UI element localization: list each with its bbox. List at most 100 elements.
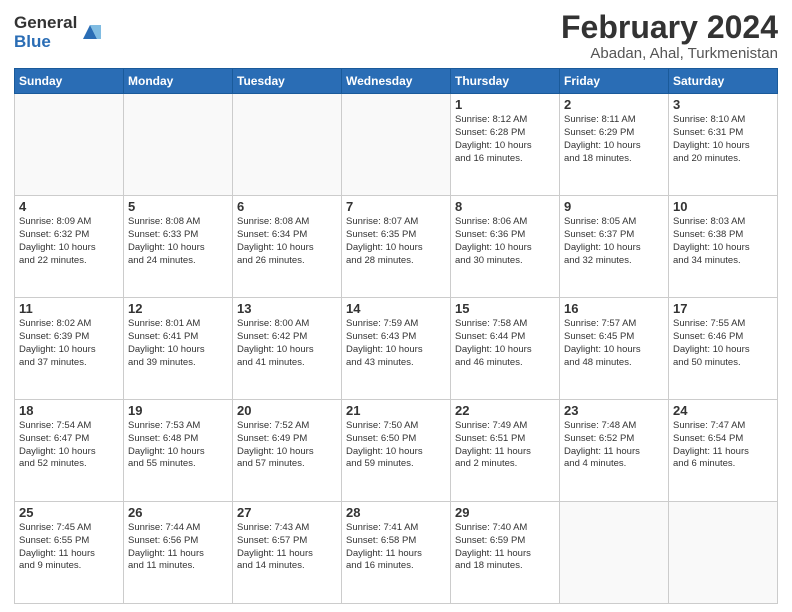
day-cell: 2 Sunrise: 8:11 AM Sunset: 6:29 PM Daylig… bbox=[560, 94, 669, 196]
header: General Blue February 2024 Abadan, Ahal,… bbox=[14, 10, 778, 62]
day-info: Sunrise: 7:44 AM Sunset: 6:56 PM Dayligh… bbox=[128, 522, 228, 573]
logo-icon bbox=[79, 21, 101, 43]
day-info: Sunrise: 8:07 AM Sunset: 6:35 PM Dayligh… bbox=[346, 216, 446, 267]
day-info: Sunrise: 8:01 AM Sunset: 6:41 PM Dayligh… bbox=[128, 318, 228, 369]
day-cell: 29 Sunrise: 7:40 AM Sunset: 6:59 PM Dayli… bbox=[451, 502, 560, 604]
day-info: Sunrise: 7:41 AM Sunset: 6:58 PM Dayligh… bbox=[346, 522, 446, 573]
day-cell: 14 Sunrise: 7:59 AM Sunset: 6:43 PM Dayli… bbox=[342, 298, 451, 400]
calendar-subtitle: Abadan, Ahal, Turkmenistan bbox=[561, 45, 778, 62]
day-info: Sunrise: 8:05 AM Sunset: 6:37 PM Dayligh… bbox=[564, 216, 664, 267]
day-number: 12 bbox=[128, 301, 228, 316]
day-info: Sunrise: 7:50 AM Sunset: 6:50 PM Dayligh… bbox=[346, 420, 446, 471]
day-number: 7 bbox=[346, 199, 446, 214]
day-cell: 10 Sunrise: 8:03 AM Sunset: 6:38 PM Dayli… bbox=[669, 196, 778, 298]
day-number: 26 bbox=[128, 505, 228, 520]
day-info: Sunrise: 7:49 AM Sunset: 6:51 PM Dayligh… bbox=[455, 420, 555, 471]
day-cell: 3 Sunrise: 8:10 AM Sunset: 6:31 PM Daylig… bbox=[669, 94, 778, 196]
weekday-header-row: SundayMondayTuesdayWednesdayThursdayFrid… bbox=[15, 69, 778, 94]
day-cell: 15 Sunrise: 7:58 AM Sunset: 6:44 PM Dayli… bbox=[451, 298, 560, 400]
day-number: 25 bbox=[19, 505, 119, 520]
logo-general: General bbox=[14, 14, 77, 33]
day-info: Sunrise: 7:45 AM Sunset: 6:55 PM Dayligh… bbox=[19, 522, 119, 573]
title-block: February 2024 Abadan, Ahal, Turkmenistan bbox=[561, 10, 778, 62]
week-row-2: 11Sunrise: 8:02 AM Sunset: 6:39 PM Dayli… bbox=[15, 298, 778, 400]
day-cell bbox=[124, 94, 233, 196]
day-cell: 24Sunrise: 7:47 AM Sunset: 6:54 PM Dayli… bbox=[669, 400, 778, 502]
weekday-tuesday: Tuesday bbox=[233, 69, 342, 94]
day-info: Sunrise: 7:58 AM Sunset: 6:44 PM Dayligh… bbox=[455, 318, 555, 369]
logo-blue: Blue bbox=[14, 33, 77, 52]
day-number: 1 bbox=[455, 97, 555, 112]
day-number: 24 bbox=[673, 403, 773, 418]
day-cell: 26 Sunrise: 7:44 AM Sunset: 6:56 PM Dayli… bbox=[124, 502, 233, 604]
week-row-1: 4 Sunrise: 8:09 AM Sunset: 6:32 PM Daylig… bbox=[15, 196, 778, 298]
day-cell bbox=[669, 502, 778, 604]
day-cell: 5 Sunrise: 8:08 AM Sunset: 6:33 PM Daylig… bbox=[124, 196, 233, 298]
day-info: Sunrise: 7:57 AM Sunset: 6:45 PM Dayligh… bbox=[564, 318, 664, 369]
day-number: 27 bbox=[237, 505, 337, 520]
day-info: Sunrise: 8:03 AM Sunset: 6:38 PM Dayligh… bbox=[673, 216, 773, 267]
day-number: 3 bbox=[673, 97, 773, 112]
day-number: 11 bbox=[19, 301, 119, 316]
day-number: 14 bbox=[346, 301, 446, 316]
day-cell: 19 Sunrise: 7:53 AM Sunset: 6:48 PM Dayli… bbox=[124, 400, 233, 502]
day-cell: 13Sunrise: 8:00 AM Sunset: 6:42 PM Dayli… bbox=[233, 298, 342, 400]
day-number: 15 bbox=[455, 301, 555, 316]
day-cell: 28 Sunrise: 7:41 AM Sunset: 6:58 PM Dayli… bbox=[342, 502, 451, 604]
day-cell: 17Sunrise: 7:55 AM Sunset: 6:46 PM Dayli… bbox=[669, 298, 778, 400]
day-info: Sunrise: 8:10 AM Sunset: 6:31 PM Dayligh… bbox=[673, 114, 773, 165]
day-number: 6 bbox=[237, 199, 337, 214]
day-cell: 4 Sunrise: 8:09 AM Sunset: 6:32 PM Daylig… bbox=[15, 196, 124, 298]
day-info: Sunrise: 7:53 AM Sunset: 6:48 PM Dayligh… bbox=[128, 420, 228, 471]
day-info: Sunrise: 7:43 AM Sunset: 6:57 PM Dayligh… bbox=[237, 522, 337, 573]
day-cell: 18 Sunrise: 7:54 AM Sunset: 6:47 PM Dayli… bbox=[15, 400, 124, 502]
day-number: 13 bbox=[237, 301, 337, 316]
day-info: Sunrise: 7:40 AM Sunset: 6:59 PM Dayligh… bbox=[455, 522, 555, 573]
calendar-title: February 2024 bbox=[561, 10, 778, 45]
day-number: 16 bbox=[564, 301, 664, 316]
day-number: 21 bbox=[346, 403, 446, 418]
weekday-sunday: Sunday bbox=[15, 69, 124, 94]
week-row-4: 25 Sunrise: 7:45 AM Sunset: 6:55 PM Dayli… bbox=[15, 502, 778, 604]
day-number: 17 bbox=[673, 301, 773, 316]
day-cell bbox=[560, 502, 669, 604]
day-number: 2 bbox=[564, 97, 664, 112]
day-info: Sunrise: 7:52 AM Sunset: 6:49 PM Dayligh… bbox=[237, 420, 337, 471]
week-row-0: 1 Sunrise: 8:12 AM Sunset: 6:28 PM Daylig… bbox=[15, 94, 778, 196]
day-cell: 12 Sunrise: 8:01 AM Sunset: 6:41 PM Dayli… bbox=[124, 298, 233, 400]
day-info: Sunrise: 7:48 AM Sunset: 6:52 PM Dayligh… bbox=[564, 420, 664, 471]
day-number: 23 bbox=[564, 403, 664, 418]
day-info: Sunrise: 8:08 AM Sunset: 6:34 PM Dayligh… bbox=[237, 216, 337, 267]
weekday-thursday: Thursday bbox=[451, 69, 560, 94]
day-cell: 27 Sunrise: 7:43 AM Sunset: 6:57 PM Dayli… bbox=[233, 502, 342, 604]
day-number: 29 bbox=[455, 505, 555, 520]
day-info: Sunrise: 8:09 AM Sunset: 6:32 PM Dayligh… bbox=[19, 216, 119, 267]
day-cell: 22Sunrise: 7:49 AM Sunset: 6:51 PM Dayli… bbox=[451, 400, 560, 502]
day-cell: 8Sunrise: 8:06 AM Sunset: 6:36 PM Daylig… bbox=[451, 196, 560, 298]
day-info: Sunrise: 8:12 AM Sunset: 6:28 PM Dayligh… bbox=[455, 114, 555, 165]
weekday-monday: Monday bbox=[124, 69, 233, 94]
day-cell bbox=[233, 94, 342, 196]
day-number: 20 bbox=[237, 403, 337, 418]
day-number: 18 bbox=[19, 403, 119, 418]
day-number: 9 bbox=[564, 199, 664, 214]
week-row-3: 18 Sunrise: 7:54 AM Sunset: 6:47 PM Dayli… bbox=[15, 400, 778, 502]
day-number: 28 bbox=[346, 505, 446, 520]
day-info: Sunrise: 7:59 AM Sunset: 6:43 PM Dayligh… bbox=[346, 318, 446, 369]
day-number: 8 bbox=[455, 199, 555, 214]
day-info: Sunrise: 8:11 AM Sunset: 6:29 PM Dayligh… bbox=[564, 114, 664, 165]
day-info: Sunrise: 7:54 AM Sunset: 6:47 PM Dayligh… bbox=[19, 420, 119, 471]
day-cell: 23 Sunrise: 7:48 AM Sunset: 6:52 PM Dayli… bbox=[560, 400, 669, 502]
day-info: Sunrise: 8:08 AM Sunset: 6:33 PM Dayligh… bbox=[128, 216, 228, 267]
logo-text: General Blue bbox=[14, 14, 77, 51]
calendar-table: SundayMondayTuesdayWednesdayThursdayFrid… bbox=[14, 68, 778, 604]
day-number: 4 bbox=[19, 199, 119, 214]
day-number: 5 bbox=[128, 199, 228, 214]
day-cell: 16 Sunrise: 7:57 AM Sunset: 6:45 PM Dayli… bbox=[560, 298, 669, 400]
day-cell: 7 Sunrise: 8:07 AM Sunset: 6:35 PM Daylig… bbox=[342, 196, 451, 298]
weekday-saturday: Saturday bbox=[669, 69, 778, 94]
day-number: 19 bbox=[128, 403, 228, 418]
day-cell: 9 Sunrise: 8:05 AM Sunset: 6:37 PM Daylig… bbox=[560, 196, 669, 298]
day-number: 10 bbox=[673, 199, 773, 214]
day-cell bbox=[15, 94, 124, 196]
